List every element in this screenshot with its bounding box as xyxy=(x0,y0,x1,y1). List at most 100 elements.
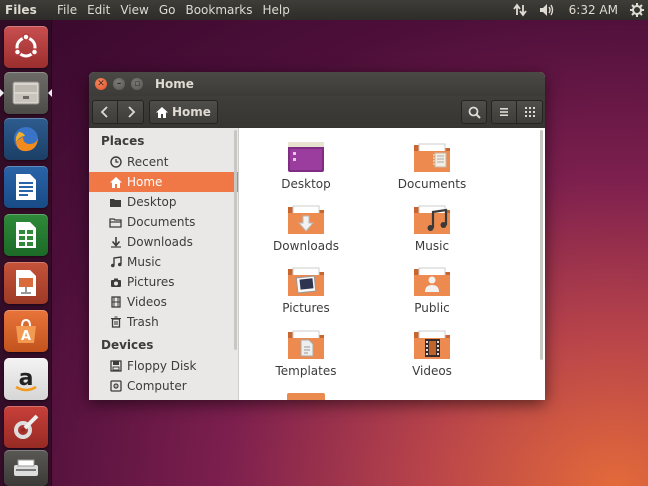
clock-icon xyxy=(109,156,122,169)
camera-icon xyxy=(109,276,122,289)
menu-view[interactable]: View xyxy=(120,3,148,17)
content-area: Places Recent Home Desktop Documents Dow… xyxy=(89,128,545,400)
amazon-icon[interactable]: a xyxy=(4,358,48,400)
settings-icon[interactable] xyxy=(4,406,48,448)
sidebar-item-computer[interactable]: Computer xyxy=(89,376,238,396)
file-manager-window: ✕ – ▫ Home Home Places Recent Home Deskt… xyxy=(89,72,545,400)
search-icon xyxy=(468,106,481,119)
file-label: Pictures xyxy=(282,301,330,315)
sidebar-item-trash[interactable]: Trash xyxy=(89,312,238,332)
file-item-desktop[interactable]: Desktop xyxy=(246,141,366,191)
documents-icon xyxy=(109,216,122,229)
download-icon xyxy=(109,236,122,249)
sidebar-item-label: Desktop xyxy=(127,195,177,209)
sidebar-item-label: Floppy Disk xyxy=(127,359,197,373)
titlebar[interactable]: ✕ – ▫ Home xyxy=(89,72,545,96)
maximize-button[interactable]: ▫ xyxy=(131,78,143,90)
sidebar-scrollbar[interactable] xyxy=(234,130,237,350)
sidebar-item-label: Recent xyxy=(127,155,169,169)
sidebar-item-floppy-disk[interactable]: Floppy Disk xyxy=(89,356,238,376)
grid-view-button[interactable] xyxy=(517,100,543,124)
videos-folder-icon xyxy=(413,328,451,360)
file-grid: Desktop Documents Downloads Music Pictur… xyxy=(239,128,545,400)
file-label: Documents xyxy=(397,177,467,191)
documents-folder-icon xyxy=(413,141,451,173)
partial-folder-icon xyxy=(287,393,325,400)
menu-edit[interactable]: Edit xyxy=(87,3,110,17)
sidebar-item-label: Computer xyxy=(127,379,187,393)
firefox-icon[interactable] xyxy=(4,118,48,160)
sidebar-item-downloads[interactable]: Downloads xyxy=(89,232,238,252)
file-item-music[interactable]: Music xyxy=(372,203,492,253)
menu-bookmarks[interactable]: Bookmarks xyxy=(185,3,252,17)
active-pip-left xyxy=(0,89,4,97)
writer-icon[interactable] xyxy=(4,166,48,208)
sidebar-item-label: Documents xyxy=(127,215,196,229)
sidebar: Places Recent Home Desktop Documents Dow… xyxy=(89,128,239,400)
calc-icon[interactable] xyxy=(4,214,48,256)
floppy-icon xyxy=(109,360,122,373)
menu-go[interactable]: Go xyxy=(159,3,176,17)
minimize-button[interactable]: – xyxy=(113,78,125,90)
public-folder-icon xyxy=(413,265,451,297)
sidebar-item-documents[interactable]: Documents xyxy=(89,212,238,232)
desktop-folder-icon xyxy=(287,141,325,173)
forward-button[interactable] xyxy=(118,100,144,124)
top-panel: Files File Edit View Go Bookmarks Help 6… xyxy=(0,0,648,20)
scanner-icon[interactable] xyxy=(4,450,48,486)
close-button[interactable]: ✕ xyxy=(95,78,107,90)
files-icon[interactable] xyxy=(0,72,52,114)
film-icon xyxy=(109,296,122,309)
chevron-left-icon xyxy=(100,106,108,118)
network-icon[interactable] xyxy=(512,3,527,17)
list-icon xyxy=(500,108,508,116)
back-button[interactable] xyxy=(92,100,118,124)
app-name: Files xyxy=(5,3,37,17)
home-icon xyxy=(156,106,168,118)
sidebar-item-label: Trash xyxy=(127,315,159,329)
menu-file[interactable]: File xyxy=(57,3,77,17)
volume-icon[interactable] xyxy=(539,3,557,17)
file-label: Videos xyxy=(412,364,452,378)
main-scrollbar[interactable] xyxy=(540,130,543,360)
devices-heading: Devices xyxy=(101,338,154,352)
file-item-pictures[interactable]: Pictures xyxy=(246,265,366,315)
downloads-folder-icon xyxy=(287,203,325,235)
path-home-button[interactable]: Home xyxy=(149,100,218,124)
home-icon xyxy=(109,176,122,189)
file-item-templates[interactable]: Templates xyxy=(246,328,366,378)
nav-buttons xyxy=(92,100,144,124)
view-toggle xyxy=(491,100,543,124)
sidebar-item-label: Home xyxy=(127,175,163,189)
sidebar-item-pictures[interactable]: Pictures xyxy=(89,272,238,292)
toolbar: Home xyxy=(89,96,545,128)
places-heading: Places xyxy=(101,134,145,148)
sidebar-item-desktop[interactable]: Desktop xyxy=(89,192,238,212)
file-item-downloads[interactable]: Downloads xyxy=(246,203,366,253)
grid-icon xyxy=(524,107,535,117)
active-pip-right xyxy=(48,89,52,97)
clock[interactable]: 6:32 AM xyxy=(569,3,618,17)
trash-icon xyxy=(109,316,122,329)
pictures-folder-icon xyxy=(287,265,325,297)
list-view-button[interactable] xyxy=(491,100,517,124)
file-label: Downloads xyxy=(273,239,339,253)
gear-icon[interactable] xyxy=(630,3,644,17)
sidebar-item-recent[interactable]: Recent xyxy=(89,152,238,172)
sidebar-item-label: Videos xyxy=(127,295,167,309)
sidebar-item-home[interactable]: Home xyxy=(89,172,238,192)
impress-icon[interactable] xyxy=(4,262,48,304)
file-item-public[interactable]: Public xyxy=(372,265,492,315)
search-button[interactable] xyxy=(461,100,487,124)
software-center-icon[interactable]: A xyxy=(4,310,48,352)
file-item-videos[interactable]: Videos xyxy=(372,328,492,378)
sidebar-item-videos[interactable]: Videos xyxy=(89,292,238,312)
music-folder-icon xyxy=(413,203,451,235)
menu-help[interactable]: Help xyxy=(263,3,290,17)
window-title: Home xyxy=(155,77,194,91)
svg-text:a: a xyxy=(19,366,34,391)
launcher: A a xyxy=(0,20,52,486)
ubuntu-dash-icon[interactable] xyxy=(4,26,48,68)
sidebar-item-music[interactable]: Music xyxy=(89,252,238,272)
file-item-documents[interactable]: Documents xyxy=(372,141,492,191)
